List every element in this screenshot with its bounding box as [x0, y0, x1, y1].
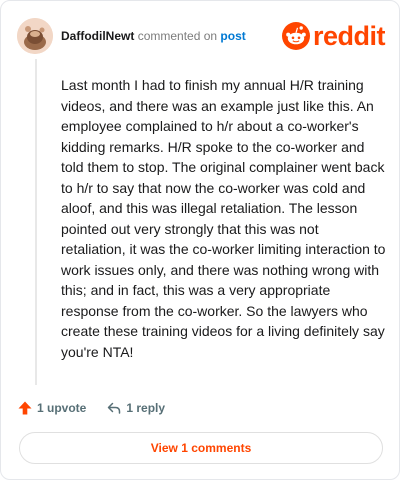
- comment-actions: 1 upvote 1 reply: [17, 397, 165, 419]
- reddit-wordmark: reddit: [312, 20, 386, 51]
- reply-button[interactable]: 1 reply: [106, 400, 165, 416]
- upvote-arrow-icon: [18, 401, 32, 415]
- commented-on-text: commented on: [137, 29, 218, 43]
- comment-body: Last month I had to finish my annual H/R…: [61, 77, 386, 360]
- reddit-logo: reddit: [281, 20, 386, 51]
- reply-arrow-icon: [108, 402, 121, 414]
- upvote-button[interactable]: 1 upvote: [17, 400, 86, 416]
- user-avatar[interactable]: [17, 18, 53, 54]
- thread-line[interactable]: [35, 59, 37, 385]
- post-link[interactable]: post: [220, 29, 245, 43]
- reply-count: 1 reply: [126, 401, 166, 415]
- comment-header: DaffodilNewt commented on post reddit: [17, 16, 386, 56]
- reddit-alien-icon: [281, 22, 310, 50]
- view-comments-button[interactable]: View 1 comments: [19, 432, 383, 464]
- comment-card: DaffodilNewt commented on post reddit La…: [0, 0, 400, 480]
- comment-meta: DaffodilNewt commented on post: [61, 29, 246, 43]
- avatar-icon: [17, 18, 53, 54]
- username[interactable]: DaffodilNewt: [61, 29, 134, 43]
- upvote-count: 1 upvote: [37, 401, 87, 415]
